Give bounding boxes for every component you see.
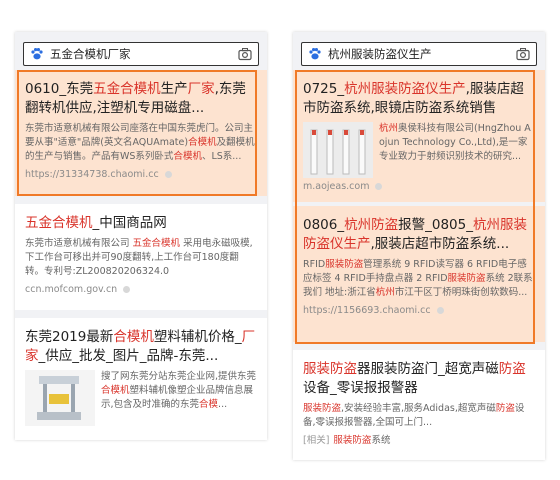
result-title[interactable]: 五金合模机_中国商品网 <box>25 214 257 233</box>
result-card[interactable]: 0610_东莞五金合模机生产厂家,东莞翻转机供应,注塑机专用磁盘... 东莞市适… <box>15 70 267 196</box>
result-title[interactable]: 服装防盗器服装防盗门_超宽声磁防盗设备_零误报报警器 <box>303 360 535 398</box>
text-segment: _供应_批发_图片_品牌-东莞... <box>38 348 219 364</box>
keyword-highlight: 杭州服装防盗仪生产 <box>344 81 466 97</box>
result-title[interactable]: 0610_东莞五金合模机生产厂家,东莞翻转机供应,注塑机专用磁盘... <box>25 80 257 118</box>
keyword-highlight: 合模机 <box>113 329 154 345</box>
result-title[interactable]: 东莞2019最新合模机塑料辅机价格_厂家_供应_批发_图片_品牌-东莞... <box>25 328 257 366</box>
text-segment: 市江干区丁桥明珠街创软数码... <box>394 287 528 298</box>
text-segment: 东莞2019最新 <box>25 329 114 345</box>
related-links[interactable]: [相关] 服装防盗系统 <box>303 434 535 448</box>
result-card[interactable]: 0806_杭州防盗报警_0805_杭州服装防盗仪生产,服装店超市防盗系统... … <box>293 206 545 342</box>
camera-icon[interactable] <box>516 47 530 61</box>
url-info-icon <box>436 307 444 314</box>
antitheft-gate-thumbnail <box>303 122 373 178</box>
result-url[interactable]: https://31334738.chaomi.cc <box>25 168 257 182</box>
result-abstract: RFID服装防盗管理系统 9 RFID读写器 6 RFID电子感应标签 4 RF… <box>303 258 535 300</box>
machine-thumbnail <box>25 370 95 426</box>
text-segment: 系统 <box>371 435 391 446</box>
text-segment: 0610_东莞 <box>25 81 94 97</box>
text-segment: _中国商品网 <box>92 215 167 231</box>
search-bar[interactable]: 五金合模机厂家 <box>23 42 259 66</box>
text-segment: 搜了网东莞分站东莞企业网,提供东莞 <box>101 371 257 382</box>
keyword-highlight: 服装防盗 <box>333 435 372 446</box>
left-search-screen: 五金合模机厂家 0610_东莞五金合模机生产厂家,东莞翻转机供应,注塑机专用磁盘… <box>15 32 267 440</box>
related-link[interactable]: 服装防盗系统 <box>333 435 390 446</box>
text-segment: 0806_ <box>303 217 345 233</box>
keyword-highlight: 防盗 <box>498 361 526 377</box>
text-segment: RFID <box>303 259 326 270</box>
result-abstract: 东莞市适意机械有限公司座落在中国东莞虎门。公司主要从事"适意"品牌(英文名AQU… <box>25 122 257 164</box>
keyword-highlight: 杭州 <box>375 287 395 298</box>
keyword-highlight: 合模机 <box>101 385 130 396</box>
url-info-icon <box>164 171 172 178</box>
related-tag: [相关] <box>303 435 330 446</box>
search-input[interactable]: 五金合模机厂家 <box>50 47 131 61</box>
keyword-highlight: 合模机 <box>173 151 202 162</box>
right-search-screen: 杭州服装防盗仪生产 0725_杭州服装防盗仪生产,服装店超市防盗系统,眼镜店防盗… <box>293 32 545 460</box>
result-abstract: 东莞市适意机械有限公司 五金合模机 采用电永磁吸模,下工作台可移出并可90度翻转… <box>25 237 257 279</box>
keyword-highlight: 服装防盗 <box>303 361 357 377</box>
result-card[interactable]: 东莞2019最新合模机塑料辅机价格_厂家_供应_批发_图片_品牌-东莞... 搜… <box>15 318 267 440</box>
keyword-highlight: 厂家 <box>187 81 215 97</box>
keyword-highlight: 合模机 <box>188 137 217 148</box>
search-input[interactable]: 杭州服装防盗仪生产 <box>328 47 432 61</box>
url-info-icon <box>123 286 131 293</box>
result-title[interactable]: 0806_杭州防盗报警_0805_杭州服装防盗仪生产,服装店超市防盗系统... <box>303 216 535 254</box>
result-url[interactable]: https://1156693.chaomi.cc <box>303 304 535 318</box>
text-segment: 、LS系... <box>201 151 242 162</box>
search-bar[interactable]: 杭州服装防盗仪生产 <box>301 42 537 66</box>
keyword-highlight: 五金合模机 <box>25 215 93 231</box>
keyword-highlight: 五金合模机 <box>93 81 161 97</box>
text-segment: 器服装防盗门_超宽声磁 <box>357 361 499 377</box>
text-segment: 0725_ <box>303 81 345 97</box>
text-segment: ... <box>218 399 228 410</box>
keyword-highlight: 服装防盗 <box>325 259 364 270</box>
text-segment: 奥侯科技有限公司(HngZhou Aojun Technology Co.,Lt… <box>379 123 531 162</box>
text-segment: 塑料辅机价格_ <box>153 329 242 345</box>
camera-icon[interactable] <box>238 47 252 61</box>
text-segment: 东莞市适意机械有限公司 <box>25 238 133 249</box>
result-abstract: 服装防盗,安装经验丰富,服务Adidas,超宽声磁防盗设备,零误报报警器,全国可… <box>303 402 535 430</box>
keyword-highlight: 五金合模机 <box>132 238 181 249</box>
keyword-highlight: 服装防盗 <box>303 403 342 414</box>
keyword-highlight: 杭州防盗 <box>344 217 399 233</box>
keyword-highlight: 服装防盗 <box>447 273 486 284</box>
keyword-highlight: 防盗 <box>495 403 515 414</box>
paw-search-icon <box>31 48 43 60</box>
result-url[interactable]: m.aojeas.com <box>303 180 535 194</box>
text-segment: 生产 <box>160 81 188 97</box>
result-url[interactable]: ccn.mofcom.gov.cn <box>25 283 257 297</box>
url-info-icon <box>375 183 383 190</box>
result-title[interactable]: 0725_杭州服装防盗仪生产,服装店超市防盗系统,眼镜店防盗系统销售 <box>303 80 535 118</box>
result-card[interactable]: 服装防盗器服装防盗门_超宽声磁防盗设备_零误报报警器 服装防盗,安装经验丰富,服… <box>293 350 545 460</box>
text-segment: 报警_0805_ <box>398 217 473 233</box>
keyword-highlight: 合模 <box>199 399 219 410</box>
text-segment: ,安装经验丰富,服务Adidas,超宽声磁 <box>341 403 496 414</box>
text-segment: 设备_零误报报警器 <box>303 380 418 396</box>
result-card[interactable]: 五金合模机_中国商品网 东莞市适意机械有限公司 五金合模机 采用电永磁吸模,下工… <box>15 204 267 310</box>
text-segment: ,服装店超市防盗系统... <box>370 236 510 252</box>
result-card[interactable]: 0725_杭州服装防盗仪生产,服装店超市防盗系统,眼镜店防盗系统销售 杭州奥侯科… <box>293 70 545 202</box>
keyword-highlight: 杭州 <box>379 123 399 134</box>
paw-search-icon <box>309 48 321 60</box>
